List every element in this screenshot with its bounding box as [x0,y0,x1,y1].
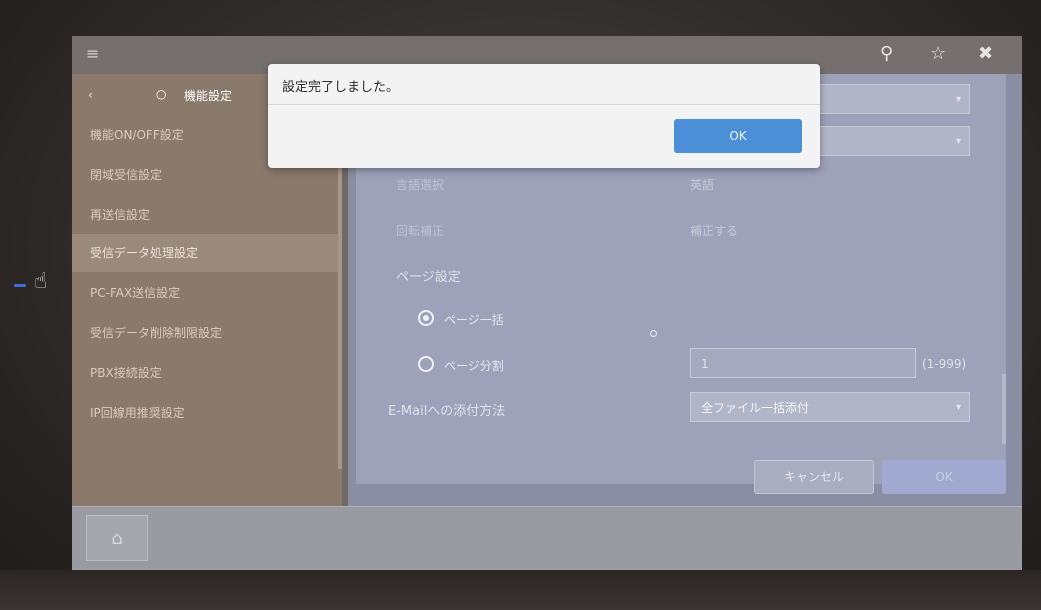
dialog-ok-button[interactable]: OK [674,119,802,153]
rotation-label: 回転補正 [396,224,445,238]
sidebar-item-received-data[interactable]: 受信データ処理設定 [72,234,342,272]
attach-method-select[interactable]: 全ファイル一括添付 ▾ [690,392,970,422]
bottom-bar: ⌂ [72,506,1022,570]
chevron-down-icon: ▾ [955,402,961,413]
menu-icon[interactable]: ≡ [86,44,99,63]
home-icon[interactable]: ⌂ [86,515,148,561]
attach-method-label: E-Mailへの添付方法 [388,404,506,419]
language-label: 言語選択 [396,178,445,192]
page-all-radio[interactable] [418,310,434,326]
status-led [14,284,26,287]
rotation-value: 補正する [690,224,739,238]
sidebar-item-pc-fax[interactable]: PC-FAX送信設定 [72,274,342,312]
cancel-button[interactable]: キャンセル [754,460,874,494]
touch-indicator [650,330,657,337]
sidebar-item-ip-line[interactable]: IP回線用推奨設定 [72,394,342,432]
page-split-input[interactable]: 1 [690,348,916,378]
page-split-range: (1-999) [922,357,967,371]
page-all-label[interactable]: ページ一括 [444,311,504,328]
sidebar-item-pbx[interactable]: PBX接続設定 [72,354,342,392]
sidebar-item-delete-limit[interactable]: 受信データ削除制限設定 [72,314,342,352]
close-icon[interactable]: ✖ [978,43,993,64]
completion-dialog: 設定完了しました。 OK [268,64,820,168]
device-bezel-bottom [0,570,1041,610]
star-icon[interactable]: ☆ [930,43,946,64]
sidebar-item-resend[interactable]: 再送信設定 [72,196,342,234]
touch-sensor-icon: ☝ [34,269,48,294]
language-value: 英語 [690,178,715,192]
page-split-label[interactable]: ページ分割 [444,357,504,374]
breadcrumb-dot: ○ [156,87,167,101]
dialog-message: 設定完了しました。 [282,80,400,95]
breadcrumb-title: 機能設定 [184,89,233,103]
attach-method-value: 全ファイル一括添付 [701,401,810,415]
ok-button[interactable]: OK [882,460,1006,494]
search-icon[interactable]: ⚲ [880,43,893,64]
dialog-divider [268,104,820,105]
panel-scrollbar[interactable] [1002,374,1006,444]
page-split-radio[interactable] [418,356,434,372]
page-setting-label: ページ設定 [396,270,461,285]
chevron-left-icon[interactable]: ‹ [88,88,93,102]
